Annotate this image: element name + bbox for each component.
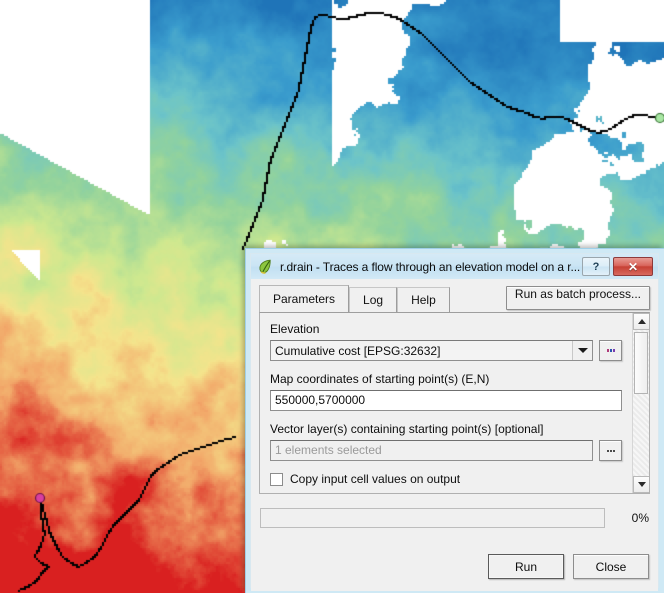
titlebar-close-button[interactable]: ✕ [613,257,653,276]
titlebar-help-button[interactable]: ? [582,257,610,276]
run-button[interactable]: Run [488,554,564,579]
vector-layers-input[interactable]: 1 elements selected [270,440,593,461]
elevation-label: Elevation [270,322,320,336]
tab-parameters[interactable]: Parameters [259,285,350,312]
tab-help[interactable]: Help [397,287,450,312]
elevation-combo-value: Cumulative cost [EPSG:32632] [275,343,441,358]
grass-leaf-icon [257,258,274,275]
dialog-inner-frame: r.drain - Traces a flow through an eleva… [250,253,659,591]
application-window: r.drain - Traces a flow through an eleva… [0,0,664,593]
dialog-body: Parameters Log Help Run as batch process… [251,283,658,591]
dialog-titlebar[interactable]: r.drain - Traces a flow through an eleva… [251,254,658,279]
vector-layers-row: 1 elements selected [270,440,622,461]
scrollbar-track[interactable] [633,330,649,476]
parameters-scrollbar[interactable] [632,313,649,493]
run-as-batch-process-button[interactable]: Run as batch process... [505,286,650,310]
tab-log[interactable]: Log [349,287,398,312]
parameters-scroll-area: Elevation Cumulative cost [EPSG:32632] M… [260,313,632,493]
copy-input-row[interactable]: Copy input cell values on output [270,472,622,486]
map-coordinates-input[interactable]: 550000,5700000 [270,390,622,411]
progress-percent-label: 0% [631,511,649,525]
parameters-panel: Elevation Cumulative cost [EPSG:32632] M… [259,312,650,494]
ellipsis-icon [606,449,615,452]
triangle-up-icon[interactable] [633,313,649,330]
r-drain-dialog: r.drain - Traces a flow through an eleva… [245,248,664,593]
chevron-down-icon[interactable] [572,341,592,360]
progress-bar [260,508,605,528]
map-coordinates-row: 550000,5700000 [270,390,622,411]
scrollbar-thumb[interactable] [634,332,648,394]
dialog-title: r.drain - Traces a flow through an eleva… [280,259,581,274]
triangle-down-icon[interactable] [633,476,649,493]
tab-strip: Parameters Log Help Run as batch process… [259,283,650,312]
layers-dots-icon [606,349,615,352]
elevation-browse-button[interactable] [599,340,622,361]
copy-input-checkbox[interactable] [270,472,283,486]
progress-row: 0% [260,508,649,528]
close-button[interactable]: Close [573,554,649,579]
elevation-combo[interactable]: Cumulative cost [EPSG:32632] [270,340,593,361]
map-coordinates-label: Map coordinates of starting point(s) (E,… [270,372,490,386]
vector-layers-browse-button[interactable] [599,440,622,461]
dialog-actions: Run Close [488,554,649,579]
elevation-row: Cumulative cost [EPSG:32632] [270,340,622,361]
vector-layers-label: Vector layer(s) containing starting poin… [270,422,544,436]
copy-input-label: Copy input cell values on output [290,472,461,486]
